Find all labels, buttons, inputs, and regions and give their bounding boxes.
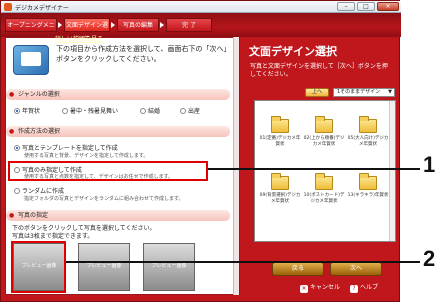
- callout-2-number: 2: [423, 246, 436, 271]
- radio-selected-icon: [14, 108, 20, 114]
- app-icon: [4, 3, 12, 11]
- photo-note-1: 下のボタンをクリックして写真を選択してください。: [12, 225, 156, 232]
- close-icon: ✕: [300, 285, 308, 293]
- step-arrow-icon: [111, 22, 115, 28]
- design-item[interactable]: 05(大人向け)デジカメ年賀状: [346, 116, 390, 159]
- intro-instruction: 下の項目から作成方法を選択して、画面右下の「次へ」ボタンをクリックしてください。: [56, 45, 231, 63]
- radio-selected-icon: [14, 145, 20, 151]
- select-value: 1そのままデザイン: [337, 89, 381, 95]
- design-item[interactable]: 10(ポストカード)デジカメ年賀状: [302, 173, 346, 216]
- callout-1-line: [208, 168, 420, 170]
- cancel-button[interactable]: ✕ キャンセル: [300, 282, 340, 294]
- genre-option-summer[interactable]: 暑中・残暑見舞い: [62, 106, 118, 115]
- radio-icon: [180, 108, 186, 114]
- preview-label: プレビュー画像: [151, 263, 187, 269]
- genre-option-wedding[interactable]: 結婚: [140, 106, 160, 115]
- photo-instruction: 下のボタンをクリックして写真を選択してください。 写真は3枚まで指定できます。: [12, 225, 155, 241]
- folder-icon: [271, 173, 289, 190]
- chevron-down-icon: ▼: [388, 89, 392, 95]
- photo-heading: 写真の指定: [6, 210, 230, 221]
- method-heading: 作成方法の選択: [6, 126, 230, 137]
- callout-1-highlight: [8, 161, 208, 181]
- help-button[interactable]: ? ヘルプ: [350, 282, 378, 294]
- genre-heading: ジャンルの選択: [6, 89, 230, 100]
- radio-label: 年賀状: [22, 108, 41, 115]
- method-option-template[interactable]: 写真とテンプレートを指定して作成: [14, 143, 118, 152]
- design-item-label: 10(ポストカード)デジカメ年賀状: [303, 193, 345, 204]
- radio-label: 結婚: [148, 108, 161, 115]
- folder-icon: [271, 116, 289, 133]
- design-item-label: 05(大人向け)デジカメ年賀状: [347, 136, 389, 147]
- design-item-label: 09(背景選択)デジカメ年賀状: [259, 193, 301, 204]
- radio-icon: [62, 108, 68, 114]
- close-button[interactable]: ✕: [377, 2, 399, 11]
- method-option-random[interactable]: ランダムに作成: [14, 186, 64, 195]
- design-item[interactable]: 02(上から順番)デジカメ年賀状: [302, 116, 346, 159]
- preview-label: プレビュー画像: [86, 263, 122, 269]
- design-list-scrollbar[interactable]: [389, 101, 395, 241]
- design-item-label: 01(定番)デジカメ年賀状: [259, 136, 301, 147]
- step-complete[interactable]: 完 了: [166, 18, 212, 32]
- window-title: デジカメデザイナー: [15, 5, 69, 12]
- step-photo-edit[interactable]: 写真の編集: [117, 18, 159, 32]
- design-item-label: 02(上から順番)デジカメ年賀状: [303, 136, 345, 147]
- camera-photos-icon: [13, 45, 49, 75]
- design-item-label: 13(キラキラ)年賀状: [347, 193, 389, 198]
- folder-icon: [359, 116, 377, 133]
- radio-label: 出産: [188, 108, 201, 115]
- step-arrow-icon: [160, 22, 164, 28]
- callout-1-number: 1: [423, 152, 436, 177]
- design-folder-select[interactable]: 1そのままデザイン ▼: [333, 88, 395, 97]
- photo-preview-2[interactable]: プレビュー画像: [78, 243, 130, 291]
- help-label: ヘルプ: [360, 284, 379, 291]
- folder-up-button[interactable]: 上へ: [305, 88, 329, 97]
- settings-scrollbar[interactable]: [233, 37, 239, 295]
- next-button[interactable]: 次へ: [330, 262, 382, 276]
- radio-label: 写真とテンプレートを指定して作成: [22, 145, 118, 152]
- maximize-button[interactable]: □: [357, 2, 375, 11]
- photo-note-2: 写真は3枚まで指定できます。: [12, 233, 94, 240]
- radio-icon: [14, 188, 20, 194]
- folder-icon: [359, 173, 377, 190]
- help-link[interactable]: 詳しい説明を見る: [55, 34, 103, 43]
- cancel-label: キャンセル: [310, 284, 341, 291]
- radio-icon: [140, 108, 146, 114]
- folder-icon: [315, 173, 333, 190]
- step-opening-menu[interactable]: オープニングメニュー: [5, 18, 57, 43]
- radio-label: 暑中・残暑見舞い: [70, 108, 119, 115]
- minimize-button[interactable]: –: [337, 2, 355, 11]
- step-design-select[interactable]: 文面デザイン選択: [64, 18, 110, 43]
- design-item[interactable]: 01(定番)デジカメ年賀状: [258, 116, 302, 159]
- design-panel-title: 文面デザイン選択: [249, 45, 337, 58]
- callout-2-highlight: [11, 241, 66, 293]
- photo-preview-3[interactable]: プレビュー画像: [143, 243, 195, 291]
- radio-label: ランダムに作成: [22, 188, 65, 195]
- title-bar: デジカメデザイナー – □ ✕: [1, 1, 401, 13]
- genre-option-nenga[interactable]: 年賀状: [14, 106, 40, 115]
- genre-option-birth[interactable]: 出産: [180, 106, 200, 115]
- design-item[interactable]: 09(背景選択)デジカメ年賀状: [258, 173, 302, 216]
- folder-icon: [315, 116, 333, 133]
- design-item[interactable]: 13(キラキラ)年賀状: [346, 173, 390, 216]
- back-button[interactable]: 戻る: [272, 262, 324, 276]
- callout-2-line: [66, 261, 420, 263]
- step-arrow-icon: [58, 22, 62, 28]
- method-option-template-desc: 使用する写真と背景、デザインを指定して作成します。: [24, 153, 149, 159]
- method-option-random-desc: 指定フォルダの写真とデザインをランダムに組み合わせて作成します。: [24, 196, 184, 202]
- design-panel-description: 写真と文面デザインを選択して［次へ］ボタンを押してください。: [250, 63, 388, 78]
- help-icon: ?: [350, 285, 358, 293]
